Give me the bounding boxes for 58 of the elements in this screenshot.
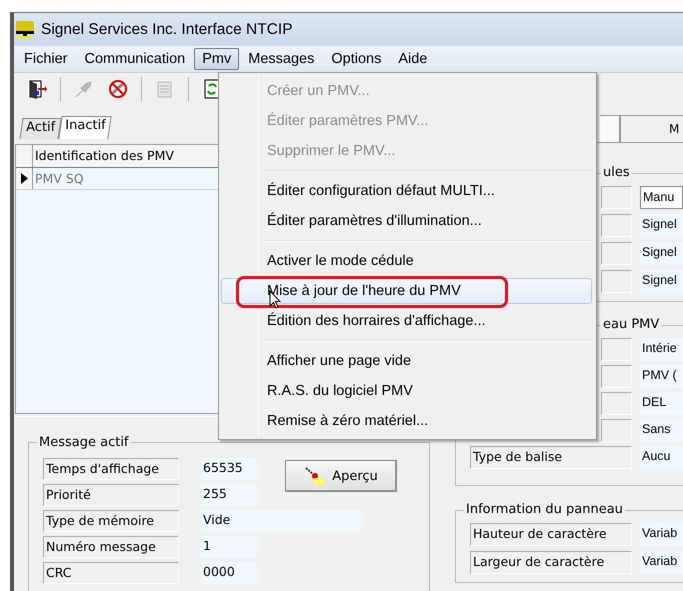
menu-item[interactable]: Options [323,48,390,70]
menu-item[interactable]: Édition des horraires d'affichage... [221,308,592,334]
field-value: Intérie [640,338,683,361]
field-label: Type de balise [470,446,632,469]
field-value: Signel [640,214,683,237]
tab[interactable]: Actif [20,118,62,139]
menu-item[interactable]: Messages [240,48,322,70]
field-label: Hauteur de caractère [470,523,632,546]
field-value: Aucu [640,446,683,469]
app-logo-icon [16,21,34,38]
tab[interactable] [600,115,620,142]
label-field [601,214,632,237]
preview-button[interactable]: Aperçu [285,460,397,492]
group-title: Message actif [38,435,130,450]
field-label: Largeur de caractère [470,551,632,574]
menu-item[interactable]: Éditer configuration défaut MULTI... [221,178,592,204]
tab[interactable]: Inactif [58,116,112,139]
dropdown-field[interactable]: Manu [640,186,683,209]
field-label: Priorité [43,484,179,506]
menu-item[interactable]: R.A.S. du logiciel PMV [221,378,592,404]
field-value: Signel [640,242,683,265]
field-value: Sans [640,419,683,442]
group-title: Information du panneau [464,502,625,518]
label-field [601,419,632,442]
label-field [601,392,632,415]
field-label: Temps d'affichage [43,458,179,480]
label-field [601,270,632,293]
field-label: Numéro message [43,536,179,558]
field-value: 0000 [201,562,257,584]
label-field [601,338,632,361]
table-cell[interactable]: PMV SQ [33,168,86,189]
menu-item[interactable]: Fichier [16,48,76,70]
field-value: Variab [640,523,683,546]
menu-item[interactable]: Éditer paramètres d'illumination... [221,208,592,234]
no-connection-icon[interactable] [107,78,129,100]
field-value: 65535 [201,458,257,480]
label-field [601,186,632,209]
field-value: 1 [201,536,257,558]
menu-item[interactable]: Activer le mode cédule [221,248,592,274]
field-label: Type de mémoire [43,510,179,532]
label-field [601,365,632,388]
window-title: Signel Services Inc. Interface NTCIP [41,20,293,38]
preview-icon [304,466,326,486]
menu-item[interactable]: Pmv [194,48,240,70]
field-value: 255 [201,484,257,506]
field-value: DEL [640,392,683,415]
field-label: CRC [43,562,179,584]
menu-item[interactable]: Afficher une page vide [221,348,592,374]
field-value: Signel [640,270,683,293]
field-value: Vide [201,510,361,532]
menu-item[interactable]: Mise à jour de l'heure du PMV [221,278,592,304]
field-value: PMV ( [640,365,683,388]
field-value: Variab [640,551,683,574]
menu-item[interactable]: Remise à zéro matériel... [221,408,592,434]
tab[interactable]: M [620,115,683,142]
menu-item[interactable]: Communication [76,48,194,70]
menu-item[interactable]: Aide [390,48,436,70]
label-field [601,242,632,265]
